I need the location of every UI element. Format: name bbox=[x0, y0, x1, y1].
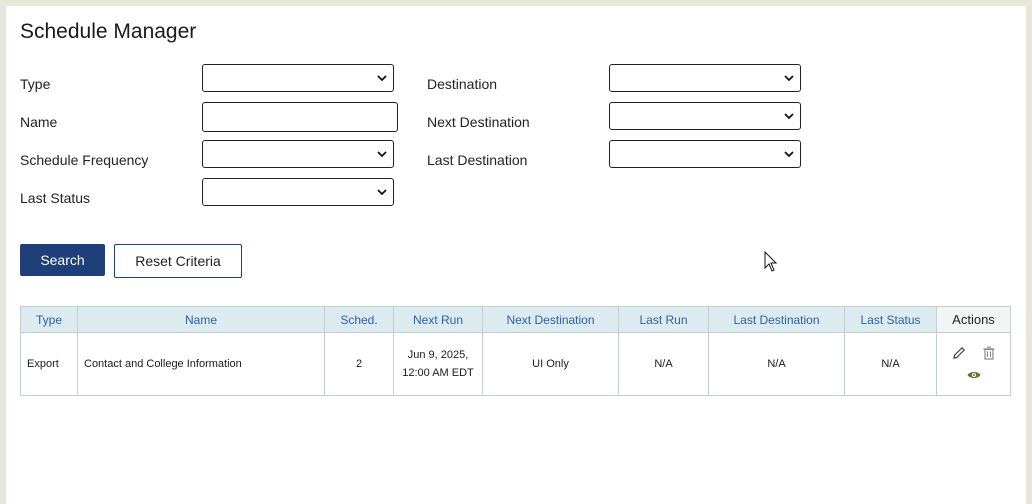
schedule-manager-panel: Schedule Manager Type Name Schedule Freq… bbox=[6, 6, 1026, 504]
schedule-frequency-select[interactable] bbox=[202, 140, 394, 168]
column-header-actions: Actions bbox=[936, 306, 1011, 333]
chevron-down-icon bbox=[377, 75, 387, 82]
table-row: Export Contact and College Information 2… bbox=[20, 332, 1011, 396]
cell-last-destination: N/A bbox=[708, 332, 845, 396]
last-status-select[interactable] bbox=[202, 178, 394, 206]
chevron-down-icon bbox=[784, 113, 794, 120]
cell-last-run: N/A bbox=[618, 332, 709, 396]
cell-sched: 2 bbox=[324, 332, 394, 396]
cell-type: Export bbox=[20, 332, 78, 396]
view-icon[interactable] bbox=[966, 367, 982, 383]
type-select[interactable] bbox=[202, 64, 394, 92]
delete-icon[interactable] bbox=[981, 345, 997, 361]
schedule-frequency-label: Schedule Frequency bbox=[20, 152, 149, 168]
column-header-last-destination[interactable]: Last Destination bbox=[708, 306, 845, 333]
destination-label: Destination bbox=[427, 76, 498, 92]
page-title: Schedule Manager bbox=[20, 20, 197, 43]
cell-name: Contact and College Information bbox=[77, 332, 325, 396]
name-input[interactable] bbox=[202, 102, 398, 132]
last-destination-label: Last Destination bbox=[427, 152, 528, 168]
column-header-last-run[interactable]: Last Run bbox=[618, 306, 709, 333]
cell-next-destination: UI Only bbox=[482, 332, 619, 396]
last-destination-select[interactable] bbox=[609, 140, 801, 168]
schedule-table: Type Name Sched. Next Run Next Destinati… bbox=[20, 306, 1011, 396]
column-header-type[interactable]: Type bbox=[20, 306, 78, 333]
column-header-last-status[interactable]: Last Status bbox=[844, 306, 937, 333]
chevron-down-icon bbox=[377, 151, 387, 158]
cell-next-run: Jun 9, 2025, 12:00 AM EDT bbox=[393, 332, 483, 396]
column-header-next-run[interactable]: Next Run bbox=[393, 306, 483, 333]
next-destination-select[interactable] bbox=[609, 102, 801, 130]
name-label: Name bbox=[20, 114, 58, 130]
reset-criteria-button[interactable]: Reset Criteria bbox=[114, 244, 242, 278]
column-header-sched[interactable]: Sched. bbox=[324, 306, 394, 333]
chevron-down-icon bbox=[377, 189, 387, 196]
chevron-down-icon bbox=[784, 151, 794, 158]
cell-actions bbox=[936, 332, 1011, 396]
edit-icon[interactable] bbox=[951, 345, 967, 361]
type-label: Type bbox=[20, 76, 51, 92]
cell-last-status: N/A bbox=[844, 332, 937, 396]
table-header-row: Type Name Sched. Next Run Next Destinati… bbox=[20, 306, 1011, 333]
last-status-label: Last Status bbox=[20, 190, 91, 206]
next-run-time: 12:00 AM EDT bbox=[402, 367, 474, 379]
search-button[interactable]: Search bbox=[20, 244, 105, 276]
column-header-next-destination[interactable]: Next Destination bbox=[482, 306, 619, 333]
next-destination-label: Next Destination bbox=[427, 114, 530, 130]
column-header-name[interactable]: Name bbox=[77, 306, 325, 333]
chevron-down-icon bbox=[784, 75, 794, 82]
destination-select[interactable] bbox=[609, 64, 801, 92]
next-run-date: Jun 9, 2025, bbox=[407, 349, 469, 361]
mouse-cursor-icon bbox=[764, 251, 778, 272]
